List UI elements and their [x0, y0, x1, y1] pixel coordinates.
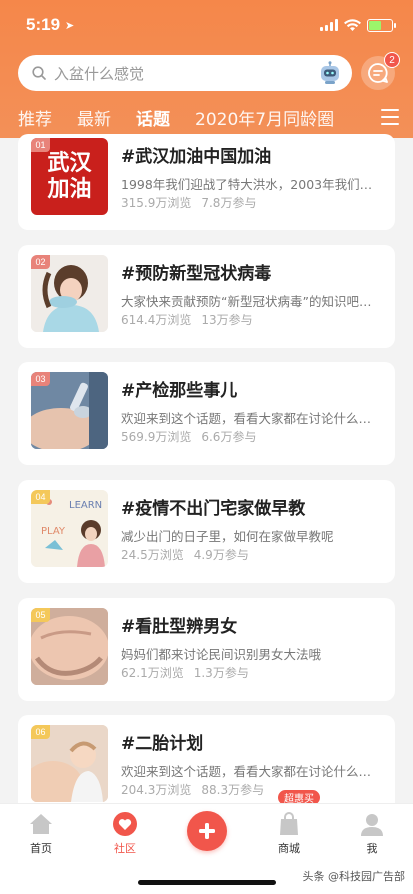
topic-desc: 欢迎来到这个话题，看看大家都在讨论什么吧… [121, 411, 383, 426]
topic-title: #二胎计划 [121, 734, 204, 754]
topic-joins: 4.9万参与 [193, 548, 249, 562]
topic-desc: 减少出门的日子里，如何在家做早教呢 [121, 529, 334, 544]
status-bar: 5:19 ➤ [26, 14, 396, 36]
tab-mall-label: 商城 [278, 842, 300, 855]
topic-card[interactable]: 武汉 加油 01 #武汉加油中国加油 1998年我们迎战了特大洪水，2003年我… [18, 134, 395, 230]
rank-badge: 06 [31, 725, 50, 739]
topic-thumbnail-child: 02 [31, 255, 108, 332]
thumb-text-jiayou: 加油 [47, 176, 92, 202]
thumb-text-play: PLAY [41, 526, 66, 537]
topic-stats: 569.9万浏览 6.6万参与 [121, 428, 266, 445]
person-icon [361, 814, 383, 836]
signal-icon [320, 19, 338, 31]
topic-desc: 1998年我们迎战了特大洪水，2003年我们迎战了非典… [121, 177, 383, 192]
topic-title: #产检那些事儿 [121, 381, 238, 401]
header: 5:19 ➤ 入盆什么感觉 2 推荐 最新 话题 2020年7月同龄圈 [0, 0, 413, 139]
topic-title: #武汉加油中国加油 [121, 147, 272, 167]
topic-thumbnail-learn: LEARN PLAY 04 [31, 490, 108, 567]
rank-badge: 05 [31, 608, 50, 622]
topic-desc: 大家快来贡献预防“新型冠状病毒”的知识吧… [121, 294, 372, 309]
tab-latest[interactable]: 最新 [77, 105, 111, 130]
thumb-text-wuhan: 武汉 [47, 150, 92, 176]
topic-views: 569.9万浏览 [121, 430, 192, 444]
topic-title: #疫情不出门宅家做早教 [121, 499, 306, 519]
home-indicator[interactable] [138, 880, 276, 885]
topic-stats: 24.5万浏览 4.9万参与 [121, 546, 259, 563]
tab-me[interactable]: 我 [342, 812, 402, 856]
search-bar[interactable]: 入盆什么感觉 [18, 55, 352, 91]
topic-thumbnail-baby: 06 [31, 725, 108, 802]
search-icon [32, 66, 46, 80]
topic-stats: 204.3万浏览 88.3万参与 [121, 781, 274, 798]
top-tabs: 推荐 最新 话题 2020年7月同龄圈 [18, 104, 399, 139]
robot-assistant-icon[interactable] [318, 61, 342, 85]
wifi-icon [344, 18, 361, 31]
topic-stats: 62.1万浏览 1.3万参与 [121, 664, 259, 681]
topic-desc: 欢迎来到这个话题，看看大家都在讨论什么吧… [121, 764, 383, 779]
topic-card[interactable]: 05 #看肚型辨男女 妈妈们都来讨论民间识别男女大法哦 62.1万浏览 1.3万参… [18, 598, 395, 701]
topic-title: #预防新型冠状病毒 [121, 264, 272, 284]
topic-views: 614.4万浏览 [121, 313, 192, 327]
tab-community[interactable]: 社区 [95, 812, 155, 856]
message-count-badge: 2 [384, 52, 400, 68]
tab-recommend[interactable]: 推荐 [18, 105, 52, 130]
tab-home-label: 首页 [30, 842, 52, 855]
topic-views: 62.1万浏览 [121, 666, 184, 680]
topic-joins: 7.8万参与 [201, 196, 257, 210]
search-placeholder[interactable]: 入盆什么感觉 [54, 63, 144, 84]
topic-thumbnail-wuhan: 武汉 加油 01 [31, 138, 108, 215]
post-button[interactable] [187, 811, 227, 851]
plus-icon [199, 823, 215, 839]
topic-views: 24.5万浏览 [121, 548, 184, 562]
topic-joins: 13万参与 [201, 313, 253, 327]
tab-topics[interactable]: 话题 [136, 105, 170, 139]
topic-card[interactable]: LEARN PLAY 04 #疫情不出门宅家做早教 减少出门的日子里，如何在家做… [18, 480, 395, 583]
tab-same-age-circle[interactable]: 2020年7月同龄圈 [195, 105, 334, 130]
tab-me-label: 我 [366, 842, 378, 855]
topic-thumbnail-belly: 05 [31, 608, 108, 685]
watermark: 头条 @科技园广告部 [302, 870, 406, 883]
topic-thumbnail-ultrasound: 03 [31, 372, 108, 449]
community-heart-icon [113, 812, 137, 836]
topic-views: 204.3万浏览 [121, 783, 192, 797]
topic-stats: 614.4万浏览 13万参与 [121, 311, 263, 328]
menu-icon[interactable] [381, 109, 399, 125]
tab-mall[interactable]: 商城 [259, 812, 319, 856]
rank-badge: 01 [31, 138, 50, 152]
topic-joins: 88.3万参与 [201, 783, 265, 797]
home-icon [30, 814, 52, 834]
status-time: 5:19 [26, 15, 61, 34]
tab-community-label: 社区 [114, 842, 136, 855]
topic-joins: 6.6万参与 [201, 430, 257, 444]
thumb-text-learn: LEARN [69, 500, 102, 511]
rank-badge: 02 [31, 255, 50, 269]
rank-badge: 04 [31, 490, 50, 504]
topic-stats: 315.9万浏览 7.8万参与 [121, 194, 266, 211]
topic-card[interactable]: 02 #预防新型冠状病毒 大家快来贡献预防“新型冠状病毒”的知识吧… 614.4… [18, 245, 395, 348]
topic-views: 315.9万浏览 [121, 196, 192, 210]
battery-icon [367, 18, 396, 32]
mall-bag-icon [280, 812, 298, 835]
rank-badge: 03 [31, 372, 50, 386]
topic-desc: 妈妈们都来讨论民间识别男女大法哦 [121, 647, 322, 662]
tab-home[interactable]: 首页 [11, 812, 71, 856]
location-arrow-icon: ➤ [65, 19, 75, 32]
topic-card[interactable]: 03 #产检那些事儿 欢迎来到这个话题，看看大家都在讨论什么吧… 569.9万浏… [18, 362, 395, 465]
topic-joins: 1.3万参与 [193, 666, 249, 680]
topic-title: #看肚型辨男女 [121, 617, 238, 637]
